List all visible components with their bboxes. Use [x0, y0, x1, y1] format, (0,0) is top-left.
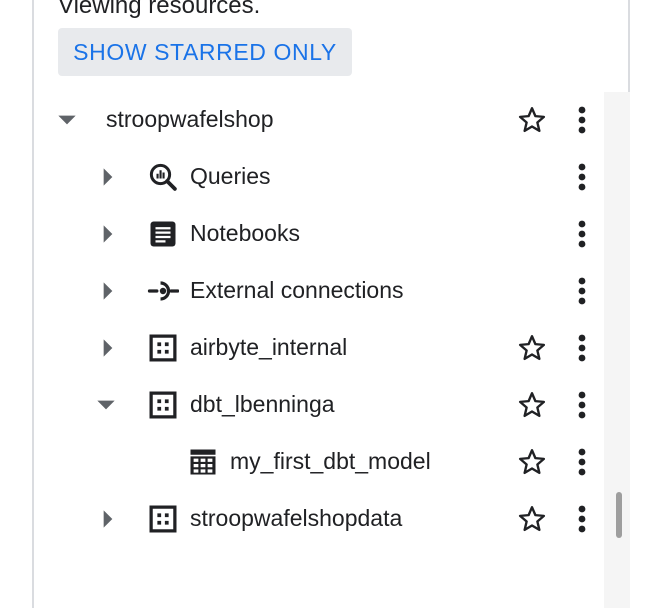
table-icon [187, 446, 219, 478]
tree-row-dataset[interactable]: airbyte_internal [34, 320, 604, 377]
dataset-icon [147, 503, 179, 535]
tree-item-label: dbt_lbenninga [190, 391, 335, 417]
show-starred-only-button[interactable]: SHOW STARRED ONLY [58, 28, 352, 76]
tree-item-label: my_first_dbt_model [230, 448, 431, 474]
more-options-icon[interactable] [569, 502, 595, 536]
expand-arrow-icon[interactable] [93, 333, 123, 363]
star-icon[interactable] [515, 331, 549, 365]
tree-row-project[interactable]: stroopwafelshop [34, 92, 604, 149]
scrollbar-thumb[interactable] [616, 492, 622, 538]
connection-icon [147, 275, 179, 307]
collapse-arrow-icon[interactable] [52, 105, 82, 135]
tree-item-label: Queries [190, 163, 271, 189]
tree-row-dataset[interactable]: stroopwafelshopdata [34, 491, 604, 548]
tree-item-label: airbyte_internal [190, 334, 348, 360]
star-icon[interactable] [515, 388, 549, 422]
expand-arrow-icon[interactable] [93, 219, 123, 249]
tree-row-external-connections[interactable]: External connections [34, 263, 604, 320]
dataset-icon [147, 389, 179, 421]
collapse-arrow-icon[interactable] [91, 390, 121, 420]
more-options-icon[interactable] [569, 445, 595, 479]
expand-arrow-icon[interactable] [93, 162, 123, 192]
more-options-icon[interactable] [569, 103, 595, 137]
dataset-icon [147, 332, 179, 364]
tree-row-table[interactable]: my_first_dbt_model [34, 434, 604, 491]
tree-item-label: stroopwafelshopdata [190, 505, 403, 531]
more-options-icon[interactable] [569, 331, 595, 365]
notebook-icon [147, 218, 179, 250]
star-icon[interactable] [515, 502, 549, 536]
expand-arrow-icon[interactable] [93, 276, 123, 306]
more-options-icon[interactable] [569, 388, 595, 422]
star-icon[interactable] [515, 445, 549, 479]
more-options-icon[interactable] [569, 274, 595, 308]
tree-item-label: External connections [190, 277, 404, 303]
queries-icon [147, 161, 179, 193]
tree-row-notebooks[interactable]: Notebooks [34, 206, 604, 263]
more-options-icon[interactable] [569, 160, 595, 194]
expand-arrow-icon[interactable] [93, 504, 123, 534]
tree-item-label: Notebooks [190, 220, 300, 246]
star-icon[interactable] [515, 103, 549, 137]
tree-row-dataset[interactable]: dbt_lbenninga [34, 377, 604, 434]
viewing-resources-text: Viewing resources. [58, 0, 261, 19]
scrollbar-track[interactable] [604, 92, 630, 608]
more-options-icon[interactable] [569, 217, 595, 251]
project-label: stroopwafelshop [106, 106, 274, 132]
tree-row-queries[interactable]: Queries [34, 149, 604, 206]
